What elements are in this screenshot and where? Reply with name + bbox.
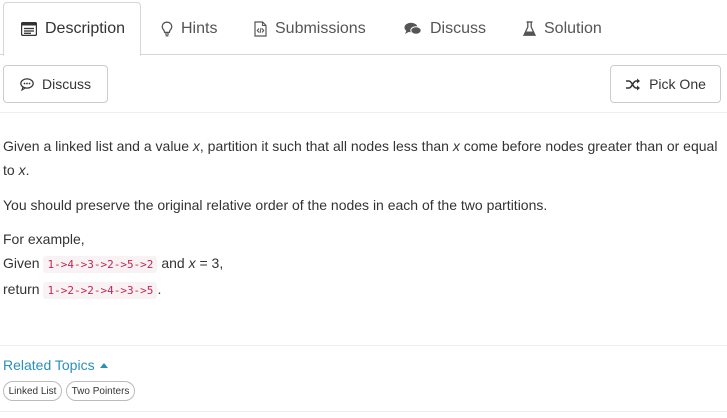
tab-submissions[interactable]: Submissions: [254, 3, 366, 55]
tab-discuss[interactable]: Discuss: [404, 3, 486, 55]
discuss-button-label: Discuss: [41, 76, 91, 92]
text: and: [157, 255, 189, 271]
tab-label: Discuss: [430, 20, 487, 37]
variable-x: x: [452, 138, 460, 154]
variable-x: x: [18, 162, 26, 178]
tab-bar: Description Hints Submissions Discuss So…: [0, 0, 727, 56]
text: come before nodes greater than or equal: [459, 138, 718, 154]
lightbulb-icon: [161, 21, 173, 37]
code-file-icon: [254, 21, 267, 37]
pick-one-button-label: Pick One: [649, 76, 706, 92]
text: Given a linked list and a value: [3, 138, 193, 154]
tab-label: Solution: [544, 20, 602, 37]
tab-solution[interactable]: Solution: [523, 3, 602, 55]
comment-icon: [20, 77, 34, 91]
example-return: return 1->2->2->4->3->5.: [3, 277, 721, 303]
chat-bubbles-icon: [404, 22, 422, 36]
tab-label: Description: [45, 20, 126, 37]
tab-label: Hints: [181, 20, 218, 37]
discuss-button[interactable]: Discuss: [3, 65, 108, 103]
code-input: 1->4->3->2->5->2: [43, 256, 158, 273]
shuffle-icon: [625, 78, 641, 91]
code-output: 1->2->2->4->3->5: [43, 282, 158, 299]
text: return: [3, 281, 44, 297]
related-topics-label: Related Topics: [3, 357, 95, 373]
example-given: Given 1->4->3->2->5->2 and x = 3,: [3, 251, 721, 277]
topic-tag-linked-list[interactable]: Linked List: [3, 381, 62, 401]
divider: [0, 112, 727, 113]
caret-up-icon: [99, 362, 108, 368]
problem-paragraph-1: Given a linked list and a value x, parti…: [3, 134, 721, 182]
description-icon: [21, 22, 37, 36]
text: .: [157, 281, 162, 297]
problem-panel: Description Hints Submissions Discuss So…: [0, 0, 727, 418]
text: .: [25, 162, 30, 178]
tab-hints[interactable]: Hints: [161, 3, 217, 55]
tab-description[interactable]: Description: [3, 2, 141, 56]
example-block: For example, Given 1->4->3->2->5->2 and …: [3, 227, 721, 303]
variable-x: x: [192, 138, 200, 154]
text: Given: [3, 255, 44, 271]
text: , partition it such that all nodes less …: [199, 138, 453, 154]
tab-label: Submissions: [275, 20, 366, 37]
related-topics-toggle[interactable]: Related Topics: [3, 357, 108, 373]
variable-x: x: [188, 255, 196, 271]
flask-icon: [523, 21, 536, 37]
pick-one-button[interactable]: Pick One: [610, 65, 721, 103]
divider: [0, 411, 727, 412]
example-intro: For example,: [3, 231, 85, 247]
text: = 3,: [195, 255, 224, 271]
divider: [0, 345, 727, 346]
topic-tag-two-pointers[interactable]: Two Pointers: [66, 381, 135, 401]
text: to: [3, 162, 19, 178]
problem-paragraph-2: You should preserve the original relativ…: [3, 197, 548, 213]
